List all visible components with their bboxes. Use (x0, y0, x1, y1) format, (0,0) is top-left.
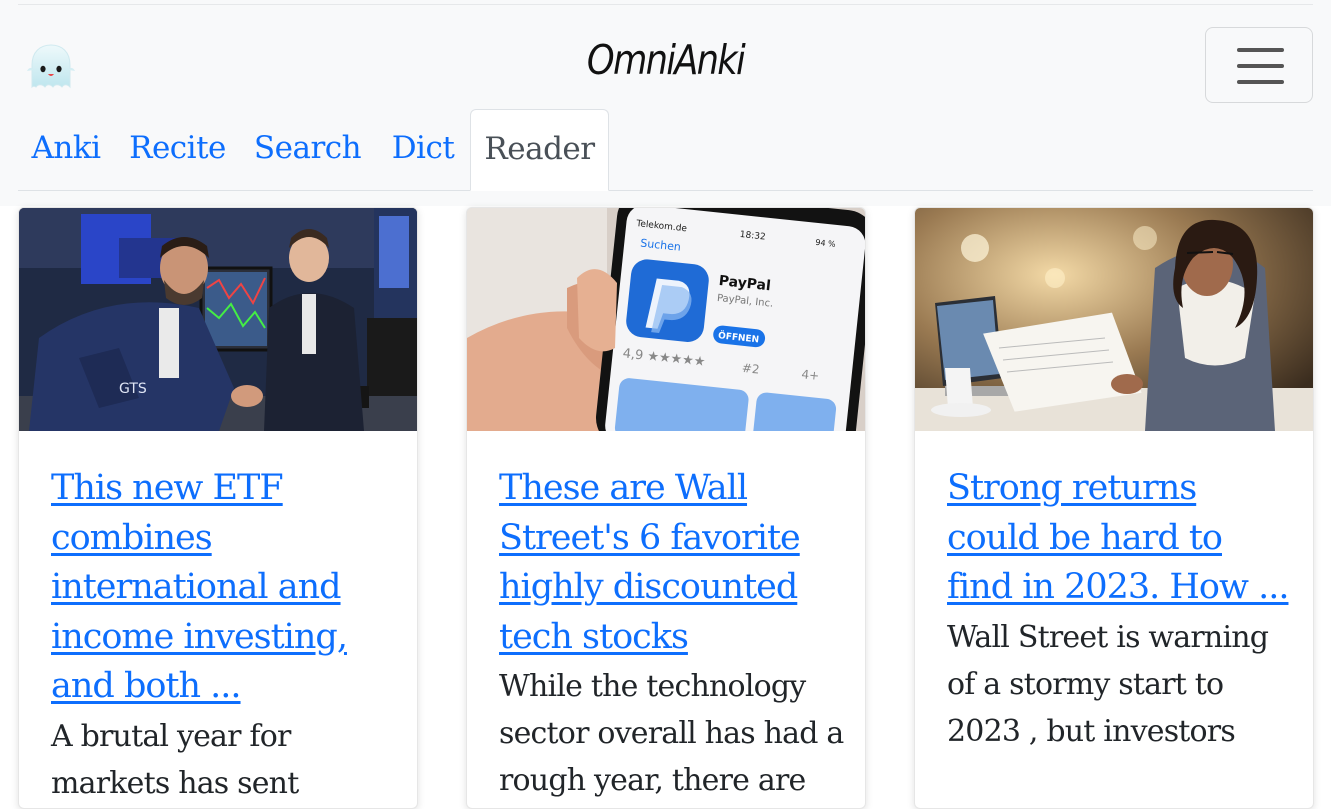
ghost-icon[interactable] (26, 43, 76, 89)
tab-reader[interactable]: Reader (470, 109, 609, 191)
article-card: Strong returns could be hard to find in … (914, 207, 1314, 809)
article-title-link[interactable]: Strong returns could be hard to find in … (947, 464, 1292, 613)
article-card: Telekom.de 18:32 94 % Suchen PayPal PayP… (466, 207, 866, 809)
article-card: GTS This new ETF combines international … (18, 207, 418, 809)
article-image[interactable]: GTS (19, 208, 417, 431)
tab-recite[interactable]: Recite (124, 109, 231, 190)
tab-dict[interactable]: Dict (385, 109, 461, 190)
hamburger-icon-bar (1237, 64, 1284, 68)
article-summary: While the technology sector overall has … (499, 669, 844, 798)
article-image[interactable]: Telekom.de 18:32 94 % Suchen PayPal PayP… (467, 208, 865, 431)
svg-text:GTS: GTS (119, 381, 147, 397)
tab-search[interactable]: Search (251, 109, 364, 190)
brand-title[interactable]: OmniAnki (93, 36, 1238, 84)
phone-rank-text: #2 (741, 361, 760, 377)
article-body: Strong returns could be hard to find in … (947, 464, 1292, 755)
navbar: OmniAnki Anki Recite Search Dict Reader (0, 0, 1331, 206)
top-divider (18, 4, 1313, 5)
phone-age-text: 4+ (801, 367, 820, 383)
hamburger-icon (1237, 48, 1284, 52)
article-title-link[interactable]: These are Wall Street's 6 favorite highl… (499, 464, 844, 662)
article-body: These are Wall Street's 6 favorite highl… (499, 464, 844, 804)
article-image[interactable] (915, 208, 1313, 431)
nav-tabs: Anki Recite Search Dict Reader (18, 109, 1313, 191)
hamburger-icon-bar (1237, 80, 1284, 84)
article-body: This new ETF combines international and … (51, 464, 396, 807)
article-summary: A brutal year for markets has sent (51, 718, 299, 801)
tab-anki[interactable]: Anki (18, 109, 114, 190)
article-title-link[interactable]: This new ETF combines international and … (51, 464, 396, 712)
menu-toggle-button[interactable] (1205, 27, 1313, 103)
article-summary: Wall Street is warning of a stormy start… (947, 619, 1269, 749)
